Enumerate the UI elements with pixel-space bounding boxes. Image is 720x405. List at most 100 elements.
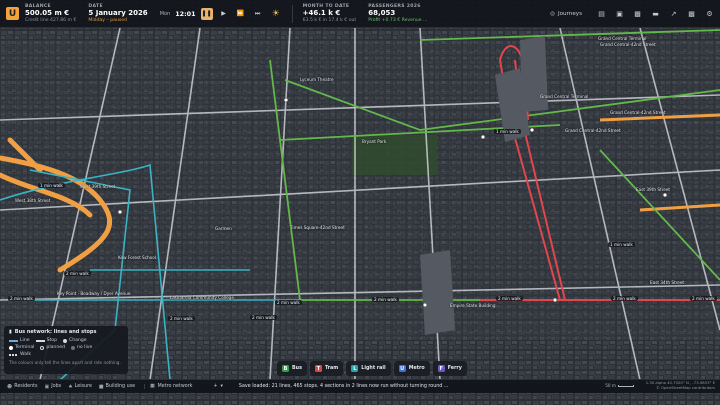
tab-residents[interactable]: ☻ Residents [7,384,38,390]
tab-leisure[interactable]: ♠ Leisure [68,384,92,390]
weekday: Mon [159,10,171,17]
mode-ferry-button[interactable]: F Ferry [432,361,467,376]
scale-label: 50 m [605,383,616,388]
network-label: Metro network [157,384,193,389]
sun-icon[interactable]: ☀ [272,9,280,19]
legend-row: Terminal planned no live [9,345,123,350]
map-label: Empire State Building [450,303,496,308]
date-sub: Midday – paused [88,17,128,23]
legend-change-label: Change [69,338,87,343]
legend-row: Walk [9,352,123,357]
legend-terminal: Terminal [9,345,34,350]
month-stat[interactable]: MONTH TO DATE +46.1 k € 63.5 k € in 17.4… [303,4,357,23]
map-scale: 50 m [605,383,634,388]
mode-label: Bus [292,366,302,371]
passengers-value: 68,053 [368,9,396,18]
legend-stop-label: Stop [46,338,58,343]
toolbar-right: ◎ Journeys ▤ ▣ ▩ ▬ ↗ ▩ ⚙ [550,0,714,28]
map-label: Grand Central-42nd Street [600,42,656,47]
walk-label: 2 min walk [8,296,35,301]
map-label: Lyceum Theatre [300,77,334,82]
walk-label: 2 min walk [496,296,523,301]
mode-label: Light rail [361,366,386,371]
fastest-forward-icon[interactable]: ⏭ [252,8,264,20]
walk-label: 2 min walk [690,296,717,301]
legend-row: Line Stop Change [9,338,123,343]
balance-value: 500.05 m € [25,9,70,18]
date-stat: DATE 5 January 2026 Midday – paused [88,4,147,23]
mode-light-rail-button[interactable]: L Light rail [346,361,391,376]
legend-line: Line [9,338,30,343]
doc-icon[interactable]: ▤ [597,10,606,18]
legend-change: Change [63,338,87,343]
map-label: Grand Central-42nd Street [565,128,621,133]
tram-icon: T [314,365,322,372]
mode-bus-button[interactable]: B Bus [277,361,307,376]
metro-icon: U [398,365,406,372]
chevron-down-icon[interactable]: ▾ [220,384,222,389]
map-label: Kew Forest School [118,255,156,260]
mode-label: Tram [324,366,339,371]
play-icon[interactable]: ▶ [218,8,230,20]
map-label: East 39th Street [636,187,671,192]
network-selector[interactable]: ▦ Metro network + ▾ [144,384,223,389]
network-legend: ▮ Bus network: lines and stops Line Stop… [4,326,128,374]
tab-label: Leisure [74,384,92,389]
card-icon[interactable]: ▬ [651,10,660,18]
map-label: LaGuardia Community College [170,295,234,300]
journeys-label: Journeys [557,11,582,17]
legend-no-live-label: no live [77,345,93,350]
bus-icon: ▮ [9,329,12,335]
clipboard-icon[interactable]: ▣ [615,10,624,18]
briefcase-icon: ▣ [44,383,50,390]
legend-stop: Stop [35,338,58,343]
building-icon: ■ [98,383,104,390]
legend-note: The colours only tell the lines apart an… [9,360,121,365]
mode-tram-button[interactable]: T Tram [309,361,344,376]
walk-label: 1 min walk [608,242,635,247]
gear-icon[interactable]: ⚙ [705,10,714,18]
map-label: Key Point · Boadway / Dyer Avenue [57,291,131,296]
pause-icon[interactable]: ❚❚ [200,7,213,20]
ferry-icon: F [437,365,445,372]
mode-label: Ferry [447,366,462,371]
chart-icon[interactable]: ↗ [669,10,678,18]
add-icon[interactable]: + [213,384,217,389]
walk-label: 2 min walk [611,296,638,301]
legend-no-live: no live [71,345,92,350]
people-icon: ☻ [7,383,13,390]
walk-label: 1 min walk [38,183,65,188]
bus-icon[interactable]: ▩ [633,10,642,18]
leisure-icon: ♠ [68,383,73,390]
tab-label: Building use [105,384,136,389]
map-label: Grand Central Terminal [598,36,647,41]
fast-forward-icon[interactable]: ⏩ [235,8,247,20]
legend-terminal-label: Terminal [15,345,35,350]
map-label: West 39th Street [80,184,116,189]
tab-jobs[interactable]: ▣ Jobs [45,384,62,390]
tab-building-use[interactable]: ■ Building use [99,384,135,390]
date-value: 5 January 2026 [88,9,148,18]
app-logo[interactable]: U [6,7,19,20]
month-sub: 63.5 k € in 17.4 k € out [302,17,357,23]
legend-planned-label: planned [46,345,65,350]
tab-label: Residents [14,384,38,389]
walk-label: 1 min walk [494,129,521,134]
map-label: West 38th Street [15,198,51,203]
balance-stat[interactable]: BALANCE 500.05 m € Credit line 427.86 m … [25,4,76,23]
map-label: Garmen [215,226,232,231]
journeys-button[interactable]: ◎ Journeys [550,11,582,17]
walk-label: 2 min walk [372,297,399,302]
map-label: East 34th Street [650,280,685,285]
status-message: Save loaded: 21 lines, 465 stops. 4 sect… [238,384,449,389]
walk-label: 2 min walk [64,271,91,276]
map-coordinates: 1.30 alpha 40.7520° N , -73.9833° E © Op… [646,380,715,390]
mode-metro-button[interactable]: U Metro [393,361,430,376]
passengers-stat[interactable]: PASSENGERS 2026 68,053 Profit +0.73 € Re… [368,4,427,23]
bars-icon[interactable]: ▩ [687,10,696,18]
bottom-bar: ☻ Residents ▣ Jobs ♠ Leisure ■ Building use … [0,379,720,393]
mode-label: Metro [408,366,425,371]
legend-line-label: Line [20,338,30,343]
network-icon: ▦ [150,384,155,389]
attribution: © OpenStreetMap contributors [656,384,715,390]
